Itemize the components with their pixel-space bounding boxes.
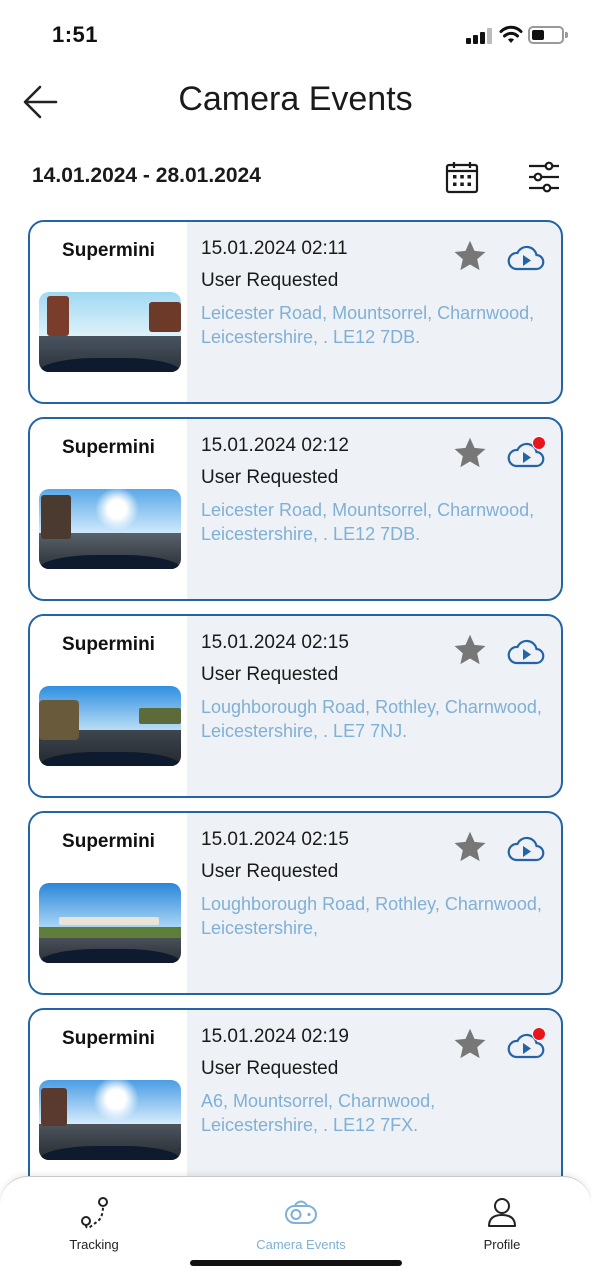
header: Camera Events [0,70,591,134]
favorite-button[interactable] [452,435,488,471]
calendar-button[interactable] [444,160,480,194]
event-datetime: 15.01.2024 02:19 [201,1026,349,1047]
event-thumbnail[interactable] [39,883,181,963]
vehicle-name: Supermini [62,634,155,655]
event-card[interactable]: Supermini 15.01.2024 02:11 User Requeste… [28,220,563,404]
event-list: Supermini 15.01.2024 02:11 User Requeste… [28,220,563,1205]
star-icon [454,1028,486,1059]
event-datetime: 15.01.2024 02:15 [201,632,349,653]
vehicle-name: Supermini [62,240,155,261]
event-card[interactable]: Supermini 15.01.2024 02:15 User Requeste… [28,614,563,798]
nav-label: Camera Events [256,1237,346,1252]
nav-item-camera-events[interactable]: Camera Events [241,1195,361,1265]
date-range[interactable]: 14.01.2024 - 28.01.2024 [32,164,261,188]
event-datetime: 15.01.2024 02:12 [201,435,349,456]
cloud-play-button[interactable] [507,636,545,668]
vehicle-name: Supermini [62,437,155,458]
event-thumbnail[interactable] [39,1080,181,1160]
star-icon [454,831,486,862]
camera-icon [285,1200,317,1224]
user-icon [488,1198,516,1227]
favorite-button[interactable] [452,1026,488,1062]
star-icon [454,437,486,468]
nav-label: Tracking [69,1237,119,1252]
vehicle-name: Supermini [62,831,155,852]
home-indicator[interactable] [190,1260,402,1266]
event-thumbnail[interactable] [39,489,181,569]
favorite-button[interactable] [452,632,488,668]
event-type: User Requested [201,861,339,882]
battery-icon [528,26,564,44]
new-badge [532,1027,546,1041]
event-datetime: 15.01.2024 02:15 [201,829,349,850]
cloud-play-icon [507,639,545,665]
nav-item-profile[interactable]: Profile [442,1195,562,1265]
event-address: A6, Mountsorrel, Charnwood, Leicestershi… [201,1091,436,1135]
filter-button[interactable] [526,160,562,194]
star-icon [454,240,486,271]
event-card[interactable]: Supermini 15.01.2024 02:19 User Requeste… [28,1008,563,1192]
event-type: User Requested [201,1058,339,1079]
cellular-signal-icon [466,28,492,44]
event-card[interactable]: Supermini 15.01.2024 02:12 User Requeste… [28,417,563,601]
event-address: Leicester Road, Mountsorrel, Charnwood, … [201,303,535,347]
event-type: User Requested [201,664,339,685]
cloud-play-button[interactable] [507,242,545,274]
event-address: Loughborough Road, Rothley, Charnwood, L… [201,697,542,741]
new-badge [532,436,546,450]
sliders-icon [529,161,559,193]
event-datetime: 15.01.2024 02:11 [201,238,348,259]
nav-label: Profile [483,1237,521,1252]
event-type: User Requested [201,467,339,488]
event-type: User Requested [201,270,339,291]
event-thumbnail[interactable] [39,686,181,766]
star-icon [454,634,486,665]
vehicle-name: Supermini [62,1028,155,1049]
wifi-icon [499,25,523,43]
nav-item-tracking[interactable]: Tracking [34,1195,154,1265]
favorite-button[interactable] [452,829,488,865]
event-card[interactable]: Supermini 15.01.2024 02:15 User Requeste… [28,811,563,995]
cloud-play-icon [507,836,545,862]
cloud-play-icon [507,245,545,271]
page-title: Camera Events [178,80,413,118]
event-address: Leicester Road, Mountsorrel, Charnwood, … [201,500,535,544]
calendar-icon [445,162,479,194]
route-icon [81,1197,108,1229]
status-bar: 1:51 [0,0,591,64]
event-address: Loughborough Road, Rothley, Charnwood, L… [201,894,542,938]
favorite-button[interactable] [452,238,488,274]
event-thumbnail[interactable] [39,292,181,372]
cloud-play-button[interactable] [507,833,545,865]
status-time: 1:51 [52,22,99,47]
